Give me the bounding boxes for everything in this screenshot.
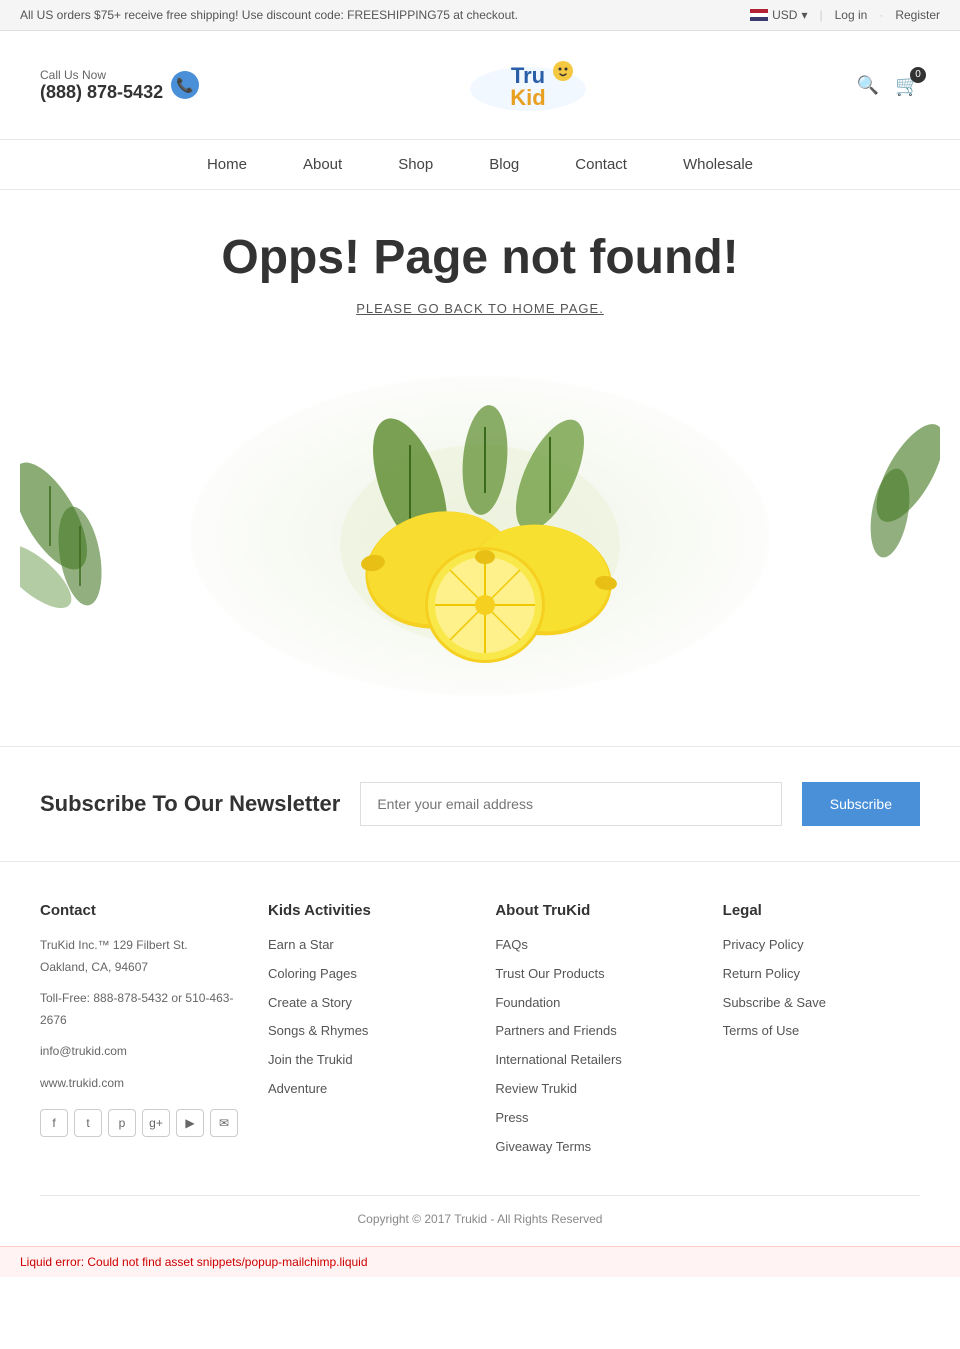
register-link[interactable]: Register — [895, 8, 940, 22]
footer-link-return-policy[interactable]: Return Policy — [723, 964, 920, 985]
cart-button[interactable]: 🛒 0 — [895, 73, 920, 98]
googleplus-icon[interactable]: g+ — [142, 1109, 170, 1137]
copyright-text: Copyright © 2017 Trukid - All Rights Res… — [358, 1212, 603, 1226]
footer-about-trukid-title: About TruKid — [495, 902, 692, 919]
call-us-label: Call Us Now — [40, 68, 163, 82]
nav-item-home[interactable]: Home — [179, 140, 275, 189]
top-bar-right: USD ▾ | Log in · Register — [750, 8, 940, 22]
footer-phone: Toll-Free: 888-878-5432 or 510-463-2676 — [40, 988, 238, 1031]
footer-website: www.trukid.com — [40, 1073, 238, 1095]
divider2: · — [879, 8, 883, 22]
footer-link-privacy-policy[interactable]: Privacy Policy — [723, 935, 920, 956]
nav-item-wholesale[interactable]: Wholesale — [655, 140, 781, 189]
footer-link-giveaway-terms[interactable]: Giveaway Terms — [495, 1137, 692, 1158]
right-leaves-decoration — [860, 423, 940, 573]
phone-icon: 📞 — [171, 71, 199, 99]
pinterest-icon[interactable]: p — [108, 1109, 136, 1137]
footer-link-press[interactable]: Press — [495, 1108, 692, 1129]
main-navigation: Home About Shop Blog Contact Wholesale — [0, 139, 960, 190]
social-icons: f t p g+ ▶ ✉ — [40, 1109, 238, 1137]
footer-link-adventure[interactable]: Adventure — [268, 1079, 465, 1100]
main-content: Opps! Page not found! PLEASE GO BACK TO … — [0, 190, 960, 746]
flag-icon — [750, 9, 768, 21]
footer-link-trust-products[interactable]: Trust Our Products — [495, 964, 692, 985]
footer-link-create-story[interactable]: Create a Story — [268, 993, 465, 1014]
footer-link-international-retailers[interactable]: International Retailers — [495, 1050, 692, 1071]
login-link[interactable]: Log in — [835, 8, 868, 22]
footer-link-join-trukid[interactable]: Join the Trukid — [268, 1050, 465, 1071]
left-leaves-decoration — [20, 436, 120, 636]
subscribe-button[interactable]: Subscribe — [802, 782, 920, 826]
header: Call Us Now (888) 878-5432 📞 Tru Kid 🔍 🛒… — [0, 31, 960, 139]
promo-text: All US orders $75+ receive free shipping… — [20, 8, 518, 22]
footer-link-faqs[interactable]: FAQs — [495, 935, 692, 956]
svg-text:Kid: Kid — [510, 85, 545, 110]
liquid-error: Liquid error: Could not find asset snipp… — [0, 1246, 960, 1277]
lemon-image — [320, 385, 640, 685]
phone-number: (888) 878-5432 — [40, 82, 163, 103]
footer-about-trukid-column: About TruKid FAQs Trust Our Products Fou… — [495, 902, 692, 1165]
facebook-icon[interactable]: f — [40, 1109, 68, 1137]
footer-link-subscribe-save[interactable]: Subscribe & Save — [723, 993, 920, 1014]
divider: | — [819, 8, 822, 22]
header-right: 🔍 🛒 0 — [857, 73, 920, 98]
footer: Contact TruKid Inc.™ 129 Filbert St. Oak… — [0, 861, 960, 1246]
phone-section: Call Us Now (888) 878-5432 📞 — [40, 68, 199, 103]
page-title: Opps! Page not found! — [20, 230, 940, 285]
footer-link-partners[interactable]: Partners and Friends — [495, 1021, 692, 1042]
email-social-icon[interactable]: ✉ — [210, 1109, 238, 1137]
footer-address: TruKid Inc.™ 129 Filbert St. Oakland, CA… — [40, 935, 238, 978]
logo-section[interactable]: Tru Kid — [458, 51, 598, 119]
footer-link-earn-star[interactable]: Earn a Star — [268, 935, 465, 956]
youtube-icon[interactable]: ▶ — [176, 1109, 204, 1137]
footer-link-coloring-pages[interactable]: Coloring Pages — [268, 964, 465, 985]
footer-contact-title: Contact — [40, 902, 238, 919]
lemon-svg-container — [320, 385, 640, 688]
liquid-error-message: Liquid error: Could not find asset snipp… — [20, 1255, 368, 1269]
email-link[interactable]: info@trukid.com — [40, 1044, 127, 1058]
footer-grid: Contact TruKid Inc.™ 129 Filbert St. Oak… — [40, 902, 920, 1165]
footer-legal-title: Legal — [723, 902, 920, 919]
nav-item-shop[interactable]: Shop — [370, 140, 461, 189]
newsletter-section: Subscribe To Our Newsletter Subscribe — [0, 746, 960, 861]
go-back-link[interactable]: PLEASE GO BACK TO HOME PAGE. — [356, 301, 604, 316]
footer-bottom: Copyright © 2017 Trukid - All Rights Res… — [40, 1195, 920, 1226]
logo-image: Tru Kid — [458, 51, 598, 116]
footer-kids-activities-title: Kids Activities — [268, 902, 465, 919]
footer-contact-column: Contact TruKid Inc.™ 129 Filbert St. Oak… — [40, 902, 238, 1165]
nav-item-blog[interactable]: Blog — [461, 140, 547, 189]
currency-selector[interactable]: USD ▾ — [750, 8, 807, 22]
footer-link-review-trukid[interactable]: Review Trukid — [495, 1079, 692, 1100]
phone-text-group: Call Us Now (888) 878-5432 — [40, 68, 163, 103]
twitter-icon[interactable]: t — [74, 1109, 102, 1137]
footer-link-terms-of-use[interactable]: Terms of Use — [723, 1021, 920, 1042]
footer-email: info@trukid.com — [40, 1041, 238, 1063]
currency-label: USD — [772, 8, 797, 22]
go-back-text: PLEASE GO BACK TO HOME PAGE. — [20, 301, 940, 316]
footer-kids-activities-column: Kids Activities Earn a Star Coloring Pag… — [268, 902, 465, 1165]
footer-link-songs-rhymes[interactable]: Songs & Rhymes — [268, 1021, 465, 1042]
nav-item-about[interactable]: About — [275, 140, 370, 189]
lemon-illustration — [20, 346, 940, 726]
newsletter-title: Subscribe To Our Newsletter — [40, 790, 340, 819]
footer-legal-column: Legal Privacy Policy Return Policy Subsc… — [723, 902, 920, 1165]
search-button[interactable]: 🔍 — [857, 75, 879, 96]
cart-badge: 0 — [910, 67, 926, 83]
chevron-down-icon: ▾ — [801, 8, 807, 22]
newsletter-email-input[interactable] — [360, 782, 781, 826]
footer-link-foundation[interactable]: Foundation — [495, 993, 692, 1014]
website-link[interactable]: www.trukid.com — [40, 1076, 124, 1090]
top-bar: All US orders $75+ receive free shipping… — [0, 0, 960, 31]
nav-item-contact[interactable]: Contact — [547, 140, 655, 189]
